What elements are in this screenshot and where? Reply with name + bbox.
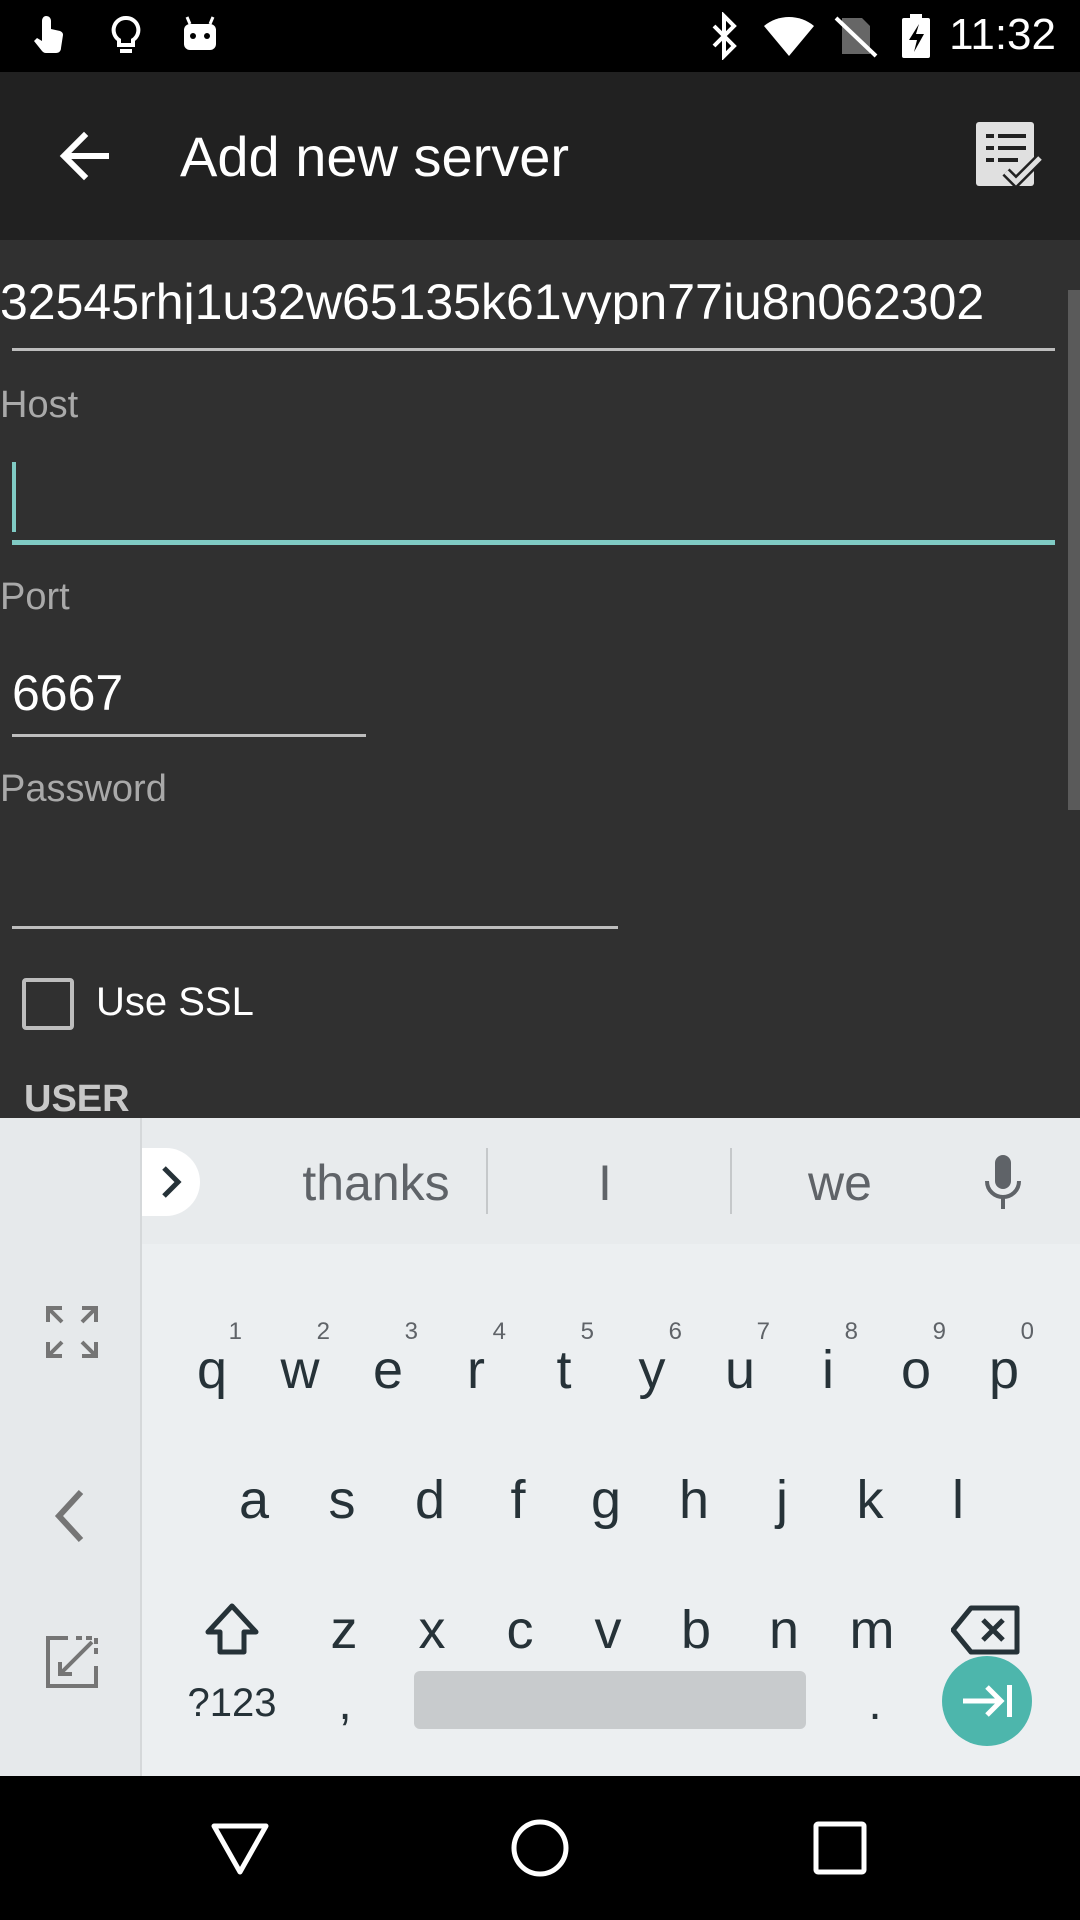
- lightbulb-icon: [111, 15, 141, 53]
- host-input[interactable]: [12, 462, 1055, 532]
- key-k[interactable]: k: [826, 1440, 914, 1560]
- port-underline: [12, 734, 366, 737]
- key-j[interactable]: j: [738, 1440, 826, 1560]
- key-s[interactable]: s: [298, 1440, 386, 1560]
- key-h[interactable]: h: [650, 1440, 738, 1560]
- user-section-header: USER: [24, 1078, 130, 1120]
- soft-keyboard: thanks I we q1 w2 e3 r4 t5 y6 u7 i8 o9 p…: [0, 1118, 1080, 1776]
- password-label: Password: [0, 768, 167, 810]
- nav-back-button[interactable]: [190, 1798, 290, 1898]
- voice-input-button[interactable]: [975, 1148, 1031, 1218]
- key-w[interactable]: w2: [256, 1310, 344, 1430]
- microphone-icon: [985, 1155, 1021, 1209]
- bluetooth-icon: [712, 12, 737, 60]
- use-ssl-checkbox[interactable]: [22, 978, 74, 1030]
- suggestion-2[interactable]: I: [560, 1154, 650, 1212]
- key-y[interactable]: y6: [608, 1310, 696, 1430]
- touch-hand-icon: [34, 16, 63, 53]
- navigation-bar: [0, 1776, 1080, 1920]
- key-t[interactable]: t5: [520, 1310, 608, 1430]
- shift-icon: [205, 1603, 259, 1655]
- keyboard-back-button[interactable]: [32, 1476, 112, 1556]
- android-icon: [184, 16, 216, 50]
- expand-icon: [46, 1306, 98, 1358]
- key-e[interactable]: e3: [344, 1310, 432, 1430]
- next-field-key[interactable]: [942, 1656, 1032, 1746]
- server-name-input[interactable]: 32545rhj1u32w65135k61vypn77iu8n062302: [0, 280, 1055, 324]
- key-i[interactable]: i8: [784, 1310, 872, 1430]
- key-g[interactable]: g: [562, 1440, 650, 1560]
- comma-key[interactable]: ,: [310, 1658, 380, 1748]
- save-button[interactable]: [964, 112, 1052, 200]
- port-label: Port: [0, 576, 70, 618]
- nav-recents-button[interactable]: [790, 1798, 890, 1898]
- host-label: Host: [0, 384, 79, 426]
- backspace-icon: [951, 1605, 1020, 1655]
- text-cursor: [12, 462, 16, 532]
- page-title: Add new server: [180, 125, 570, 188]
- server-name-underline: [12, 348, 1055, 351]
- key-r[interactable]: r4: [432, 1310, 520, 1430]
- battery-charging-icon: [902, 14, 930, 58]
- key-p[interactable]: p0: [960, 1310, 1048, 1430]
- triangle-back-icon: [211, 1823, 269, 1875]
- keyboard-sidebar: [0, 1118, 142, 1776]
- back-button[interactable]: [40, 112, 128, 200]
- checklist-icon: [976, 122, 1044, 190]
- circle-home-icon: [511, 1819, 569, 1877]
- app-bar: Add new server: [0, 72, 1080, 240]
- no-sim-icon: [834, 16, 878, 58]
- chevron-left-icon: [54, 1489, 84, 1543]
- space-key[interactable]: [414, 1671, 806, 1729]
- password-input[interactable]: [12, 850, 618, 912]
- key-l[interactable]: l: [914, 1440, 1002, 1560]
- suggestion-divider: [730, 1148, 732, 1214]
- period-key[interactable]: .: [840, 1658, 910, 1748]
- chevron-right-icon: [162, 1166, 182, 1198]
- password-underline: [12, 926, 618, 929]
- key-o[interactable]: o9: [872, 1310, 960, 1430]
- status-time: 11:32: [949, 10, 1056, 59]
- use-ssl-label[interactable]: Use SSL: [96, 980, 254, 1025]
- suggestion-divider: [486, 1148, 488, 1214]
- suggestion-3[interactable]: we: [780, 1154, 900, 1212]
- square-recents-icon: [813, 1821, 867, 1875]
- suggestion-1[interactable]: thanks: [286, 1154, 466, 1212]
- open-in-new-icon: [46, 1636, 98, 1688]
- symbols-key[interactable]: ?123: [170, 1658, 294, 1748]
- server-form: 32545rhj1u32w65135k61vypn77iu8n062302 Ho…: [0, 240, 1080, 1120]
- scrollbar[interactable]: [1068, 290, 1080, 810]
- arrow-back-icon: [59, 131, 109, 181]
- open-external-button[interactable]: [32, 1622, 112, 1702]
- host-underline: [12, 540, 1055, 545]
- key-d[interactable]: d: [386, 1440, 474, 1560]
- key-u[interactable]: u7: [696, 1310, 784, 1430]
- key-a[interactable]: a: [210, 1440, 298, 1560]
- tab-next-icon: [963, 1685, 1012, 1717]
- status-bar: 11:32: [0, 0, 1080, 72]
- port-input[interactable]: 6667: [12, 664, 366, 726]
- wifi-icon: [764, 17, 814, 56]
- nav-home-button[interactable]: [490, 1798, 590, 1898]
- key-f[interactable]: f: [474, 1440, 562, 1560]
- fullscreen-button[interactable]: [32, 1292, 112, 1372]
- key-q[interactable]: q1: [168, 1310, 256, 1430]
